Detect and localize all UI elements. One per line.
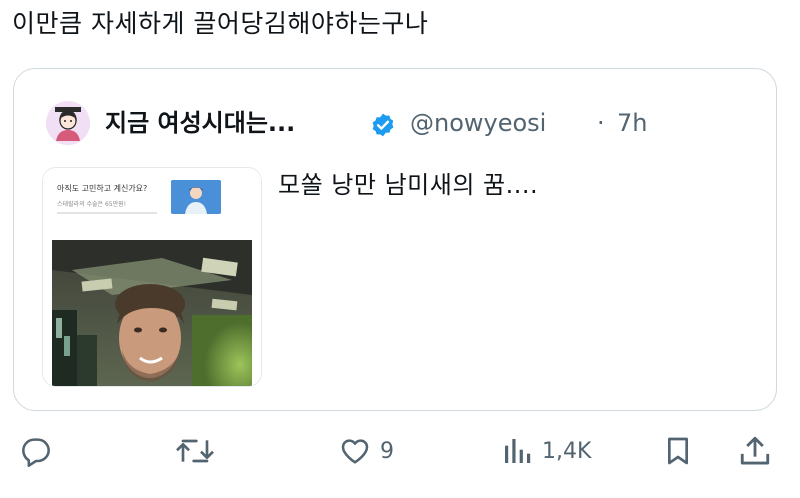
verified-badge-icon: [372, 113, 394, 137]
ad-title: 아직도 고민하고 계신가요?: [57, 184, 148, 193]
like-button[interactable]: 9: [338, 426, 394, 476]
ad-subtitle: 스테릴라의 수술은 65만원!: [57, 201, 127, 208]
view-count: 1,4K: [542, 438, 592, 464]
bookmark-icon: [668, 437, 688, 465]
ad-fine-print: [57, 212, 157, 214]
share-icon: [740, 436, 770, 465]
quoted-author-avatar[interactable]: [46, 101, 90, 145]
bookmark-button[interactable]: [662, 426, 694, 476]
reply-button[interactable]: [20, 426, 60, 476]
reply-icon: [22, 438, 50, 467]
selfie-photo: [52, 240, 252, 386]
views-chart-icon: [505, 439, 531, 463]
share-button[interactable]: [738, 426, 772, 476]
quoted-author-name[interactable]: 지금 여성시대는...: [105, 103, 295, 143]
heart-icon: [341, 439, 369, 464]
post-action-bar: 9 1,4K: [0, 426, 800, 476]
like-count: 9: [380, 438, 394, 464]
quoted-media-thumbnail[interactable]: 아직도 고민하고 계신가요? 스테릴라의 수술은 65만원!: [42, 167, 262, 387]
post-text: 이만큼 자세하게 끌어당김해야하는구나: [12, 9, 429, 38]
repost-button[interactable]: [175, 426, 223, 476]
quoted-author-handle[interactable]: @nowyeosi: [410, 103, 546, 143]
ad-image: [171, 180, 221, 214]
ad-banner: 아직도 고민하고 계신가요? 스테릴라의 수술은 65만원!: [43, 168, 261, 238]
quoted-post-body: 모쏠 낭만 남미새의 꿈....: [278, 171, 539, 199]
views-button[interactable]: 1,4K: [500, 426, 591, 476]
meta-separator: ·: [597, 109, 605, 137]
quoted-post-card[interactable]: 지금 여성시대는... @nowyeosi · 7h 아직도 고민하고 계신가요…: [13, 68, 777, 411]
quoted-post-time[interactable]: 7h: [617, 103, 647, 143]
repost-icon: [176, 439, 214, 463]
